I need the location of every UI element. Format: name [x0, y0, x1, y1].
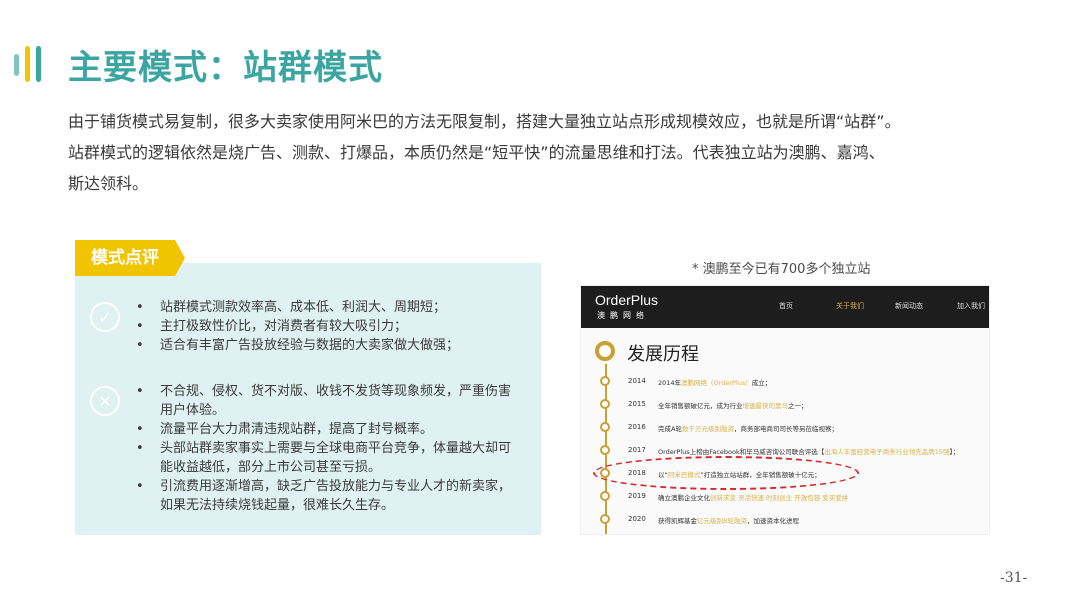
- list-item: 头部站群卖家事实上需要与全球电商平台竞争，体量越大却可能收益越低，部分上市公司甚…: [134, 439, 514, 477]
- timeline-ring-icon: [595, 341, 615, 361]
- list-item: 站群模式测款效率高、成本低、利润大、周期短；: [134, 298, 494, 317]
- timeline-text-pre: 2014年: [658, 379, 682, 387]
- title-accent-bars: [14, 46, 46, 82]
- highlight-ellipse: [593, 456, 859, 490]
- timeline-year: 2015: [628, 400, 646, 408]
- intro-line: 由于铺货模式易复制，很多大卖家使用阿米巴的方法无限复制，搭建大量独立站点形成规模…: [68, 112, 901, 131]
- timeline-dot: [600, 399, 610, 409]
- timeline-row: 2017 OrderPlus上榜由Facebook和毕马威咨询公司联合评选【出海人…: [600, 443, 989, 457]
- timeline-year: 2017: [628, 446, 646, 454]
- intro-paragraph: 由于铺货模式易复制，很多大卖家使用阿米巴的方法无限复制，搭建大量独立站点形成规模…: [68, 106, 1028, 199]
- timeline-year: 2019: [628, 492, 646, 500]
- x-circle-icon: ✕: [90, 386, 120, 416]
- timeline-text-highlight: 出海人丰富经营电子商务行业领先品牌15强: [824, 448, 950, 456]
- list-item: 引流费用逐渐增高，缺乏广告投放能力与专业人才的新卖家，如果无法持续烧钱起量，很难…: [134, 477, 514, 515]
- timeline-text-pre: 全年销售额破亿元，成为行业: [658, 402, 743, 410]
- pros-list: 站群模式测款效率高、成本低、利润大、周期短； 主打极致性价比，对消费者有较大吸引…: [134, 298, 494, 355]
- timeline-row: 2016 完成A轮数千万元级别融资，商务部电商司司长等另莅临视察；: [600, 420, 989, 434]
- timeline-row: 2015 全年销售额破亿元，成为行业增速最快的黑马之一；: [600, 397, 989, 411]
- nav-item-about: 关于我们: [836, 302, 864, 310]
- site-logo: OrderPlus: [595, 292, 659, 308]
- timeline-text-highlight: 数千万元级别融资: [681, 425, 734, 433]
- nav-item-join: 加入我们: [957, 302, 985, 310]
- list-item: 适合有丰富广告投放经验与数据的大卖家做大做强；: [134, 336, 494, 355]
- accent-bar: [36, 46, 41, 82]
- page-title: 主要模式：站群模式: [68, 48, 383, 88]
- timeline-text: 2014年澳鹏网络（OrderPlus）成立；: [658, 377, 771, 387]
- timeline-year: 2014: [628, 377, 646, 385]
- accent-bar: [25, 46, 30, 82]
- check-circle-icon: ✓: [90, 302, 120, 332]
- review-tag: 模式点评: [75, 240, 175, 276]
- timeline-row: 2020 获得凯辉基金亿元级别B轮融资，加速资本化进程: [600, 512, 989, 526]
- nav-item-home: 首页: [779, 302, 793, 310]
- page-number: -31-: [1000, 570, 1028, 586]
- list-item: 主打极致性价比，对消费者有较大吸引力；: [134, 317, 494, 336]
- intro-line: 斯达领科。: [68, 174, 149, 193]
- timeline-text: 完成A轮数千万元级别融资，商务部电商司司长等另莅临视察；: [658, 423, 838, 433]
- list-item: 不合规、侵权、货不对版、收钱不发货等现象频发，严重伤害用户体验。: [134, 382, 514, 420]
- timeline-text: 全年销售额破亿元，成为行业增速最快的黑马之一；: [658, 400, 808, 410]
- timeline-text-post: 成立；: [751, 379, 772, 387]
- timeline-text-highlight: 澳鹏网络（OrderPlus）: [681, 379, 752, 387]
- timeline-text: 获得凯辉基金亿元级别B轮融资，加速资本化进程: [658, 515, 799, 525]
- website-screenshot: OrderPlus 澳鹏网络 首页 关于我们 新闻动态 加入我们 发展历程 20…: [580, 285, 990, 535]
- timeline-text-pre: 完成A轮: [658, 425, 682, 433]
- timeline-row: 2014 2014年澳鹏网络（OrderPlus）成立；: [600, 374, 989, 388]
- timeline-dot: [600, 445, 610, 455]
- timeline-text-pre: 确立澳鹏企业文化: [658, 494, 710, 502]
- timeline-dot: [600, 491, 610, 501]
- timeline-text-post: ，商务部电商司司长等另莅临视察；: [733, 425, 838, 433]
- screenshot-caption: * 澳鹏至今已有700多个独立站: [692, 262, 871, 277]
- timeline-row: 2019 确立澳鹏企业文化创新求变 灵活快速 时刻创业 开放包容 爱买爱拼: [600, 489, 989, 503]
- list-item: 流量平台大力肃清违规站群，提高了封号概率。: [134, 420, 514, 439]
- timeline-text-pre: OrderPlus上榜由Facebook和毕马威咨询公司联合评选【: [658, 448, 825, 456]
- site-logo-subtitle: 澳鹏网络: [597, 311, 649, 320]
- timeline-dot: [600, 514, 610, 524]
- timeline-text-highlight: 增速最快的黑马: [742, 402, 789, 410]
- nav-item-news: 新闻动态: [895, 302, 923, 310]
- timeline-text-post: 】；: [949, 448, 960, 456]
- timeline-year: 2020: [628, 515, 646, 523]
- site-navbar: OrderPlus 澳鹏网络 首页 关于我们 新闻动态 加入我们: [581, 286, 989, 328]
- timeline-text-highlight: 创新求变 灵活快速 时刻创业 开放包容 爱买爱拼: [710, 494, 849, 502]
- timeline-text-post: ，加速资本化进程: [746, 517, 799, 525]
- timeline-text: 确立澳鹏企业文化创新求变 灵活快速 时刻创业 开放包容 爱买爱拼: [658, 492, 848, 502]
- timeline-dot: [600, 422, 610, 432]
- timeline-text: OrderPlus上榜由Facebook和毕马威咨询公司联合评选【出海人丰富经营…: [658, 446, 959, 456]
- timeline-text-post: 之一；: [788, 402, 808, 410]
- timeline-text-pre: 获得凯辉基金: [658, 517, 697, 525]
- accent-bar: [14, 54, 19, 76]
- timeline-year: 2016: [628, 423, 646, 431]
- timeline-heading: 发展历程: [627, 344, 699, 365]
- timeline-text-highlight: 亿元级别B轮融资: [697, 517, 747, 525]
- intro-line: 站群模式的逻辑依然是烧广告、测款、打爆品，本质仍然是“短平快”的流量思维和打法。…: [68, 143, 885, 162]
- timeline-dot: [600, 376, 610, 386]
- cons-list: 不合规、侵权、货不对版、收钱不发货等现象频发，严重伤害用户体验。 流量平台大力肃…: [134, 382, 514, 515]
